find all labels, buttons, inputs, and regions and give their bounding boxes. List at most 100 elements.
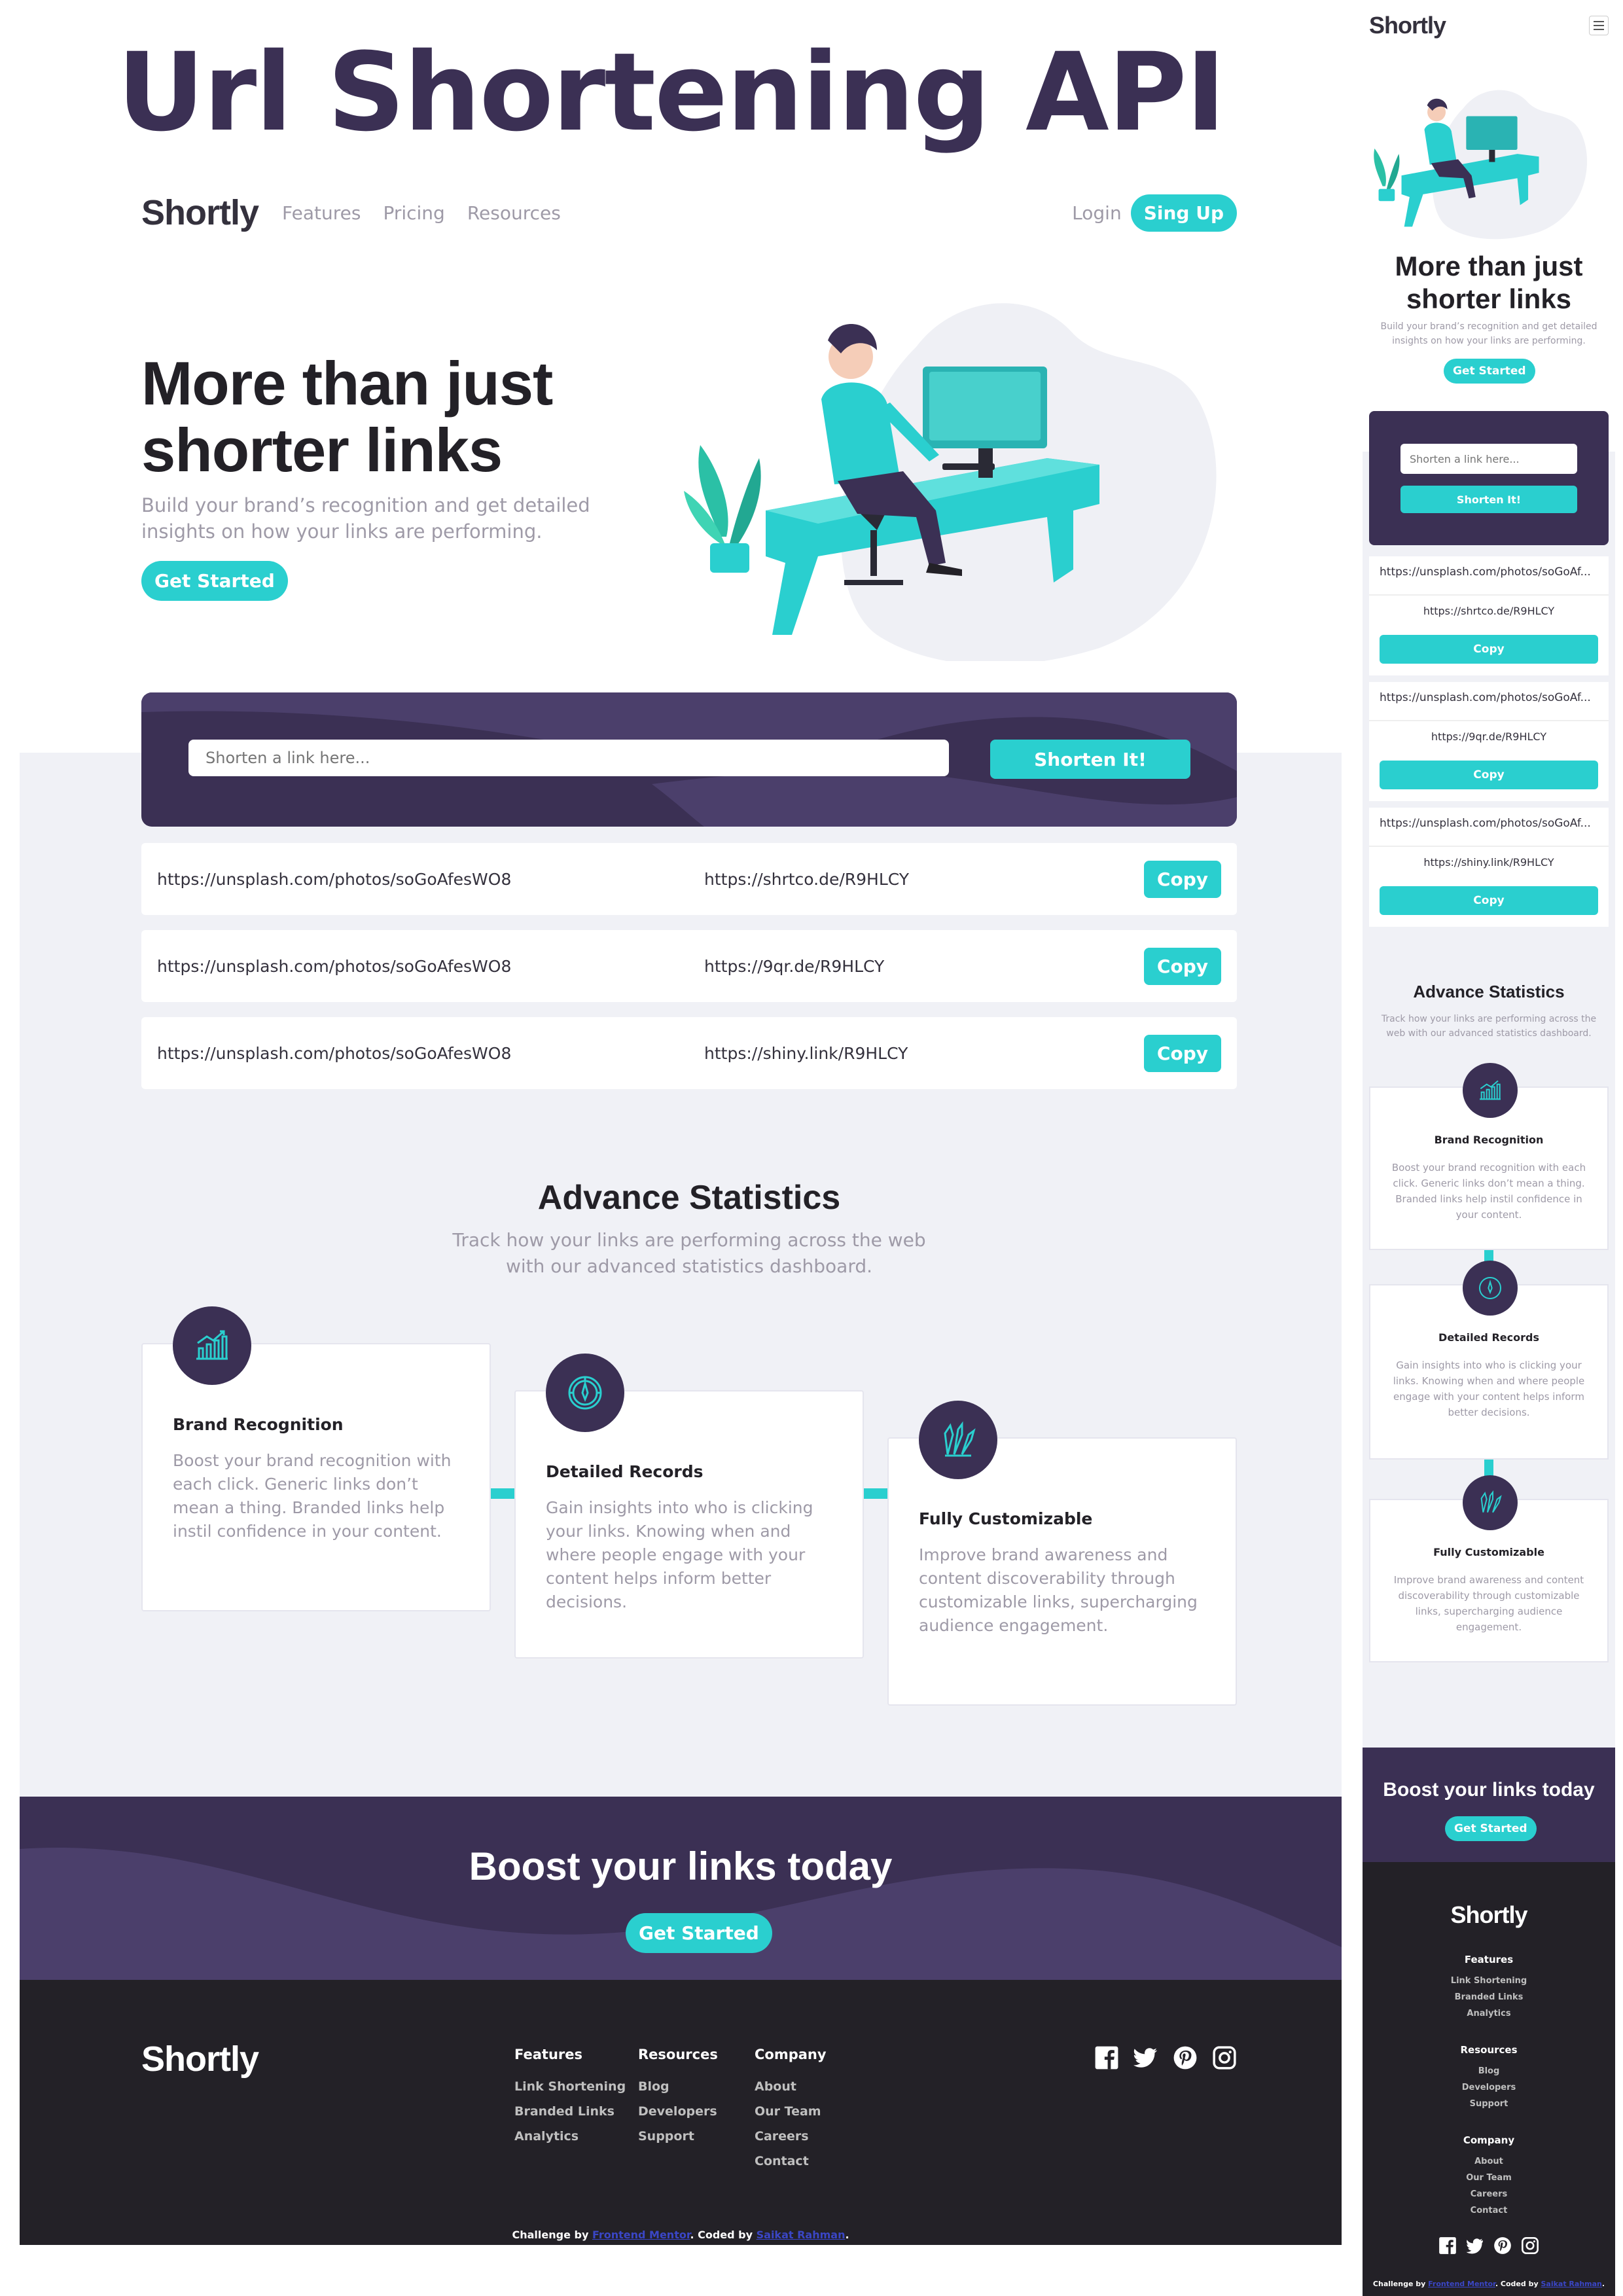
footer-column-company: Company About Our Team Careers Contact [755,2047,827,2179]
nav-link-features[interactable]: Features [282,202,361,224]
result-short-url[interactable]: https://shrtco.de/R9HLCY [1369,605,1609,617]
shorten-form: Shorten It! [1369,411,1609,545]
card-text: Gain insights into who is clicking your … [1393,1359,1585,1418]
footer-link[interactable]: Contact [1363,2206,1615,2215]
signup-button[interactable]: Sing Up [1130,194,1237,232]
footer-link[interactable]: Our Team [1363,2173,1615,2183]
result-short-url[interactable]: https://9qr.de/R9HLCY [1369,730,1609,743]
result-short-url[interactable]: https://9qr.de/R9HLCY [704,957,1144,976]
attribution: Challenge by Frontend Mentor. Coded by S… [20,2229,1342,2241]
footer-link[interactable]: Analytics [514,2129,626,2144]
author-link[interactable]: Saikat Rahman [757,2229,846,2241]
twitter-icon[interactable] [1466,2236,1484,2255]
hero-title: More than just shorter links [1395,251,1583,314]
result-short-url[interactable]: https://shiny.link/R9HLCY [1369,856,1609,869]
footer-link[interactable]: Link Shortening [1363,1976,1615,1986]
boost-get-started-button[interactable]: Get Started [1445,1816,1537,1841]
instagram-icon[interactable] [1521,2236,1539,2255]
footer-link[interactable]: Developers [1363,2083,1615,2092]
detailed-records-icon [1463,1261,1518,1316]
footer-link[interactable]: About [1363,2157,1615,2166]
login-link[interactable]: Login [1072,202,1122,224]
footer-link[interactable]: Support [1363,2099,1615,2109]
boost-title: Boost your links today [1383,1779,1595,1801]
boost-get-started-button[interactable]: Get Started [626,1913,772,1953]
result-short-url[interactable]: https://shrtco.de/R9HLCY [704,870,1144,889]
twitter-icon[interactable] [1133,2045,1158,2070]
footer-link[interactable]: Our Team [755,2104,827,2119]
working-illustration [684,303,1217,661]
copy-button[interactable]: Copy [1380,635,1598,664]
copy-button[interactable]: Copy [1143,1034,1221,1072]
result-original-url: https://unsplash.com/photos/soGoAfesWO8 [157,1043,512,1063]
nav-link-pricing[interactable]: Pricing [383,202,444,224]
copy-button[interactable]: Copy [1380,886,1598,915]
frontend-mentor-link[interactable]: Frontend Mentor [592,2229,690,2241]
card-text: Improve brand awareness and content disc… [919,1545,1198,1635]
pinterest-icon[interactable] [1173,2045,1198,2070]
footer-link[interactable]: Branded Links [1363,1992,1615,2002]
footer: Shortly Features Link Shortening Branded… [20,1980,1342,2245]
hero-subtitle: Build your brand’s recognition and get d… [141,494,590,543]
footer-link[interactable]: Support [638,2129,718,2144]
copy-button[interactable]: Copy [1380,761,1598,789]
footer-column-title: Company [755,2047,827,2062]
hamburger-menu-icon[interactable] [1589,16,1609,35]
credit-text: Challenge by [1372,2280,1429,2288]
card-title: Fully Customizable [919,1509,1093,1528]
footer-link[interactable]: Blog [638,2079,718,2094]
feature-card-brand-recognition: Brand Recognition Boost your brand recog… [141,1306,491,1611]
copy-button[interactable]: Copy [1143,860,1221,898]
facebook-icon[interactable] [1438,2236,1457,2255]
result-row: https://unsplash.com/photos/soGoAfesWO8 … [141,1017,1237,1089]
nav-link-resources[interactable]: Resources [467,202,561,224]
footer-link[interactable]: Careers [1363,2189,1615,2199]
shorten-button[interactable]: Shorten It! [990,740,1190,779]
boost-section: Boost your links today Get Started [1363,1748,1615,1862]
feature-card-detailed-records: Detailed Records Gain insights into who … [514,1354,864,1659]
credit-text: . Coded by [1495,2280,1541,2288]
footer-link[interactable]: Branded Links [514,2104,626,2119]
footer-link[interactable]: About [755,2079,827,2094]
shorten-button[interactable]: Shorten It! [1400,486,1577,513]
footer-column-resources: Resources Blog Developers Support [1363,2044,1615,2115]
attribution: Challenge by Frontend Mentor. Coded by S… [1363,2280,1615,2288]
author-link[interactable]: Saikat Rahman [1541,2280,1601,2288]
card-text: Boost your brand recognition with each c… [173,1451,452,1541]
shorten-input[interactable] [188,740,949,776]
footer-logo[interactable]: Shortly [1363,1901,1615,1929]
footer-link[interactable]: Careers [755,2129,827,2144]
facebook-icon[interactable] [1094,2045,1119,2070]
logo[interactable]: Shortly [1369,12,1446,39]
footer-link[interactable]: Blog [1363,2066,1615,2076]
footer-link[interactable]: Contact [755,2154,827,2168]
footer-logo[interactable]: Shortly [141,2039,259,2079]
footer-column-title: Features [514,2047,582,2062]
footer-link[interactable]: Developers [638,2104,718,2119]
frontend-mentor-link[interactable]: Frontend Mentor [1428,2280,1495,2288]
nav-links: Features Pricing Resources [282,202,561,224]
navbar: Shortly Features Pricing Resources Login… [141,190,1237,236]
footer-column-resources: Resources Blog Developers Support [638,2047,718,2154]
credit-text: . Coded by [690,2229,757,2241]
footer-link[interactable]: Link Shortening [514,2079,626,2094]
working-illustration [1374,90,1588,240]
pinterest-icon[interactable] [1493,2236,1512,2255]
result-row: https://unsplash.com/photos/soGoAfesWO8 … [141,843,1237,915]
instagram-icon[interactable] [1212,2045,1237,2070]
fully-customizable-icon [1463,1475,1518,1530]
get-started-button[interactable]: Get Started [1444,359,1535,384]
copy-button[interactable]: Copy [1143,947,1221,985]
result-short-url[interactable]: https://shiny.link/R9HLCY [704,1044,1144,1063]
logo[interactable]: Shortly [141,192,259,233]
footer-link[interactable]: Analytics [1363,2009,1615,2018]
shorten-input[interactable] [1400,444,1577,474]
get-started-button[interactable]: Get Started [141,561,288,601]
footer-column-title: Features [1464,1954,1514,1965]
result-row: https://unsplash.com/photos/soGoAf... ht… [1369,808,1609,927]
stats-title: Advance Statistics [537,1179,841,1217]
feature-card-fully-customizable: Fully Customizable Improve brand awarene… [1369,1475,1609,1662]
brand-recognition-icon [1463,1063,1518,1118]
result-row: https://unsplash.com/photos/soGoAfesWO8 … [141,930,1237,1002]
fully-customizable-icon [919,1401,997,1479]
